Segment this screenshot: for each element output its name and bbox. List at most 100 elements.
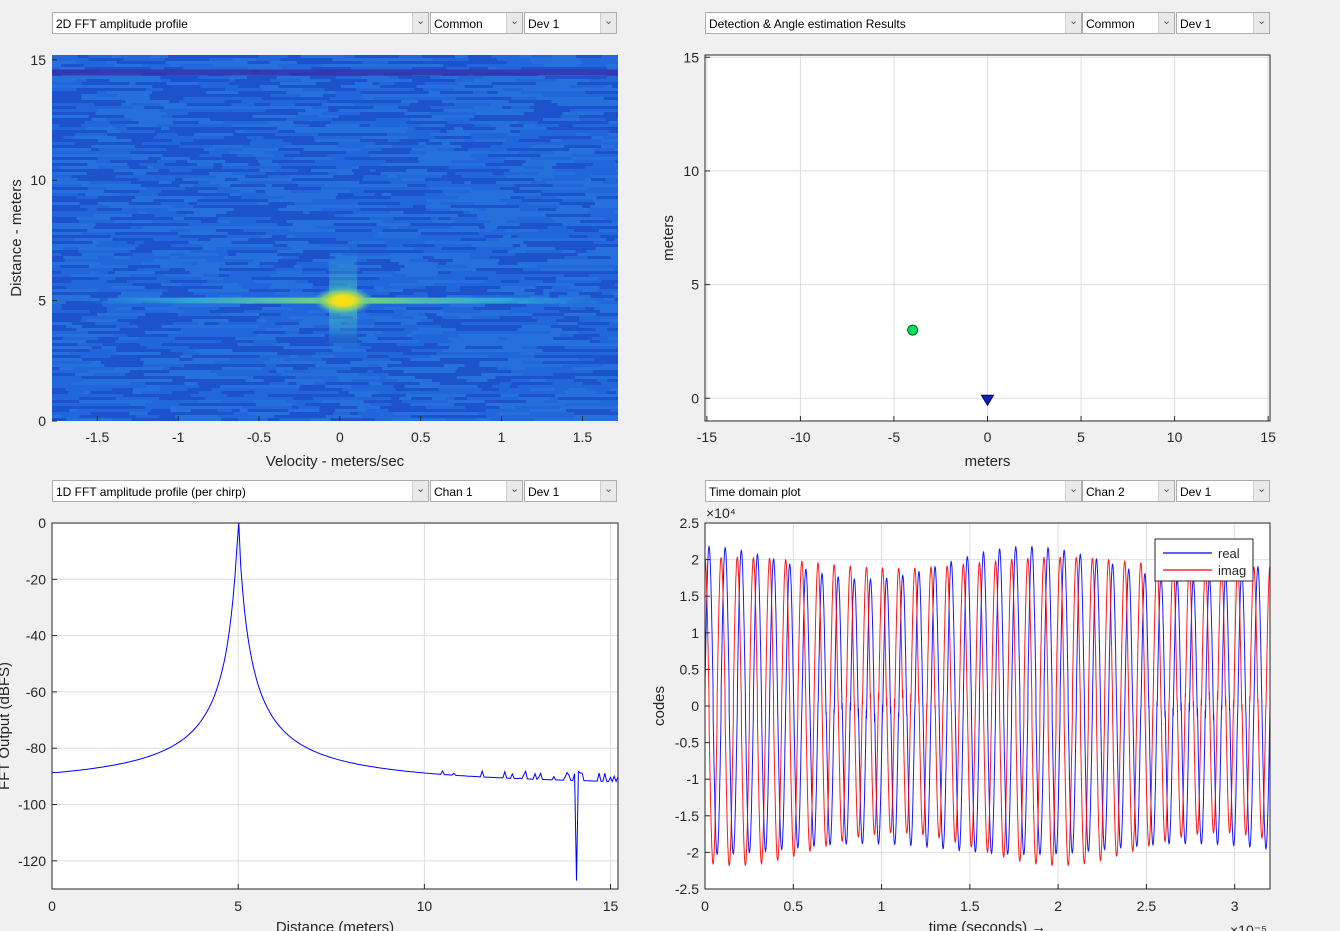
heatmap-cell xyxy=(179,316,197,319)
heatmap-cell xyxy=(132,214,155,217)
heatmap-cell xyxy=(450,142,496,145)
x-tick-label: -15 xyxy=(697,429,717,445)
heatmap-cell xyxy=(573,334,600,337)
heatmap-cell xyxy=(471,316,500,319)
heatmap-cell xyxy=(268,121,294,124)
heatmap-cell xyxy=(52,271,62,274)
heatmap-cell xyxy=(486,97,511,100)
heatmap-cell xyxy=(267,418,280,421)
heatmap-cell xyxy=(238,418,268,421)
y-tick-label: 0 xyxy=(691,698,699,714)
heatmap-cell xyxy=(52,304,62,307)
heatmap-cell xyxy=(223,343,238,346)
heatmap-cell xyxy=(519,280,544,283)
heatmap-cell xyxy=(272,160,287,163)
heatmap-cell xyxy=(114,271,155,274)
heatmap-cell xyxy=(76,61,106,64)
heatmap-cell xyxy=(609,109,618,112)
heatmap-cell xyxy=(235,337,276,340)
heatmap-cell xyxy=(52,79,77,82)
heatmap-cell xyxy=(178,403,219,406)
heatmap-cell xyxy=(217,415,256,418)
heatmap-cell xyxy=(209,181,242,184)
heatmap-cell xyxy=(142,259,155,262)
heatmap-cell xyxy=(409,103,422,106)
heatmap-cell xyxy=(52,88,77,91)
heatmap-cell xyxy=(112,334,128,337)
heatmap-cell xyxy=(456,97,487,100)
heatmap-cell xyxy=(196,100,225,103)
heatmap-cell xyxy=(522,163,557,166)
heatmap-cell xyxy=(506,61,532,64)
legend: realimag xyxy=(1154,538,1254,582)
heatmap-cell xyxy=(261,181,296,184)
heatmap-cell xyxy=(131,307,146,310)
heatmap-cell xyxy=(362,178,402,181)
heatmap-cell xyxy=(496,289,525,292)
heatmap-cell xyxy=(184,253,211,256)
heatmap-cell xyxy=(52,214,94,217)
heatmap-cell xyxy=(197,166,214,169)
heatmap-cell xyxy=(616,241,618,244)
heatmap-cell xyxy=(135,247,175,250)
heatmap-cell xyxy=(559,310,600,313)
heatmap-cell xyxy=(108,196,136,199)
heatmap-cell xyxy=(270,79,278,82)
heatmap-cell xyxy=(132,283,162,286)
heatmap-cell xyxy=(359,124,370,127)
heatmap-cell xyxy=(97,88,119,91)
heatmap-cell xyxy=(469,184,515,187)
heatmap-cell xyxy=(251,127,264,130)
heatmap-cell xyxy=(236,112,281,115)
heatmap-cell xyxy=(410,358,441,361)
heatmap-cell xyxy=(429,112,476,115)
heatmap-cell xyxy=(233,412,248,415)
y-tick-label: -40 xyxy=(26,628,46,644)
heatmap-cell xyxy=(252,115,296,118)
heatmap-cell xyxy=(433,337,448,340)
heatmap-cell xyxy=(166,82,183,85)
heatmap-cell xyxy=(63,163,88,166)
heatmap-cell xyxy=(573,229,599,232)
heatmap-cell xyxy=(354,262,399,265)
heatmap-cell xyxy=(160,103,187,106)
heatmap-cell xyxy=(325,361,351,364)
heatmap-cell xyxy=(600,400,614,403)
heatmap-cell xyxy=(431,397,445,400)
heatmap-cell xyxy=(281,304,292,307)
heatmap-cell xyxy=(164,58,210,61)
heatmap-cell xyxy=(93,214,133,217)
heatmap-cell xyxy=(216,247,257,250)
heatmap-cell xyxy=(464,364,480,367)
heatmap-cell xyxy=(91,157,98,160)
heatmap-cell xyxy=(407,133,432,136)
heatmap-cell xyxy=(156,364,173,367)
heatmap-cell xyxy=(324,217,370,220)
heatmap-cell xyxy=(529,379,547,382)
heatmap-cell xyxy=(184,382,198,385)
heatmap-cell xyxy=(130,367,163,370)
heatmap-cell xyxy=(518,382,553,385)
heatmap-cell xyxy=(302,268,328,271)
heatmap-cell xyxy=(299,322,313,325)
heatmap-cell xyxy=(534,214,547,217)
heatmap-cell xyxy=(223,136,247,139)
heatmap-cell xyxy=(459,289,488,292)
heatmap-cell xyxy=(118,337,139,340)
heatmap-cell xyxy=(617,202,618,205)
heatmap-cell xyxy=(81,352,116,355)
heatmap-cell xyxy=(291,247,319,250)
heatmap-cell xyxy=(110,217,155,220)
heatmap-cell xyxy=(562,250,576,253)
heatmap-cell xyxy=(62,100,101,103)
heatmap-cell xyxy=(145,382,185,385)
heatmap-cell xyxy=(169,100,180,103)
heatmap-cell xyxy=(321,103,354,106)
heatmap-cell xyxy=(103,190,113,193)
heatmap-cell xyxy=(284,379,324,382)
heatmap-cell xyxy=(417,280,457,283)
heatmap-cell xyxy=(360,352,404,355)
heatmap-cell xyxy=(147,205,161,208)
heatmap-cell xyxy=(52,250,79,253)
heatmap-cell xyxy=(52,82,72,85)
